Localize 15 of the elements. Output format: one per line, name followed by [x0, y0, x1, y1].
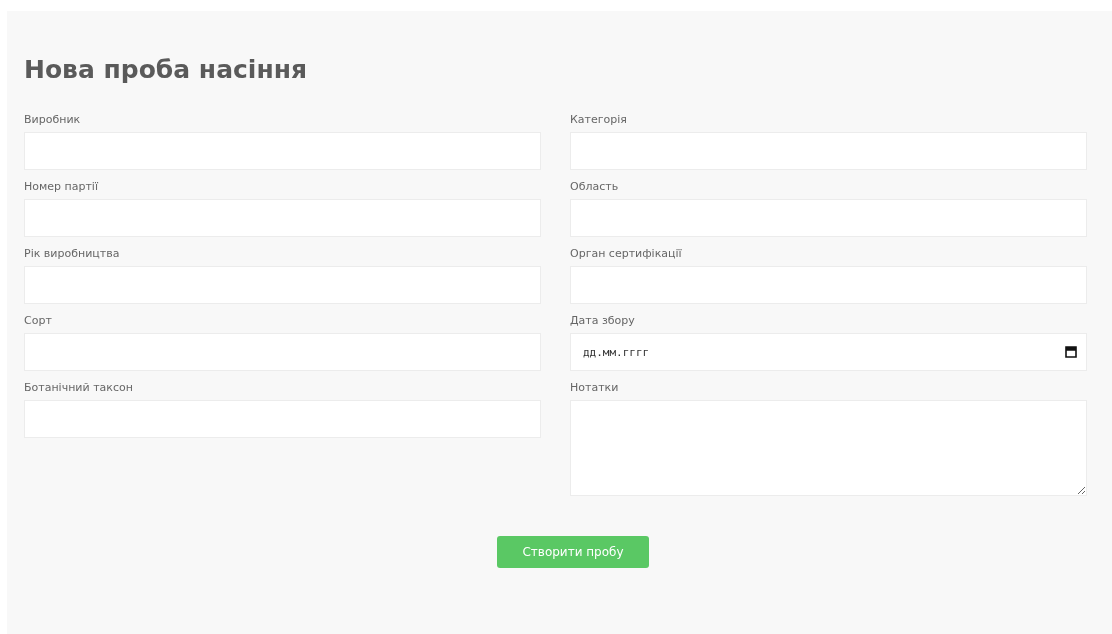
field-label: Нотатки — [570, 380, 619, 396]
field-label: Виробник — [24, 112, 81, 128]
date-field[interactable]: дд.мм.гггг — [570, 333, 1087, 371]
field-label: Ботанічний таксон — [24, 380, 133, 396]
field-label: Номер партії — [24, 179, 98, 195]
calendar-icon[interactable] — [1065, 345, 1077, 358]
form-title: Нова проба насіння — [24, 54, 308, 86]
field-label: Орган сертифікації — [570, 246, 682, 262]
field-label: Рік виробництва — [24, 246, 120, 262]
field-label: Сорт — [24, 313, 52, 329]
field-label: Категорія — [570, 112, 627, 128]
field-label: Область — [570, 179, 619, 195]
field-label: Дата збору — [570, 313, 635, 329]
notes-field[interactable] — [570, 400, 1087, 496]
create-button[interactable]: Створити пробу — [497, 536, 649, 568]
